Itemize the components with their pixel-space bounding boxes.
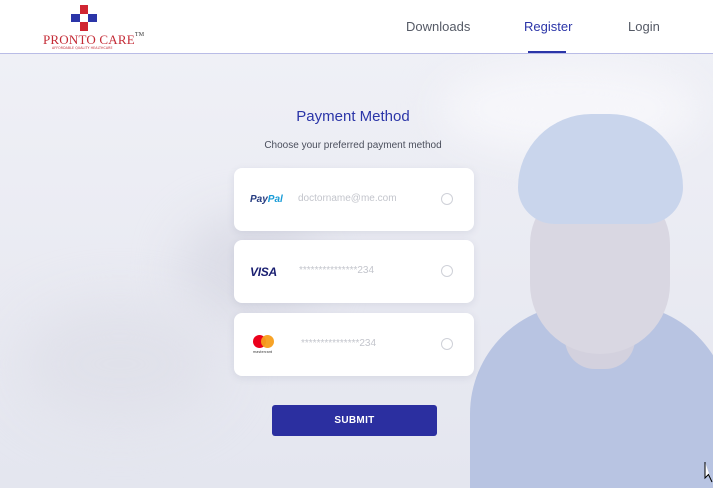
visa-card-number: ***************234 bbox=[299, 265, 375, 276]
mastercard-brand-label: mastercard bbox=[253, 350, 273, 354]
paypal-logo-icon: PayPal bbox=[250, 194, 283, 205]
visa-radio[interactable] bbox=[441, 265, 453, 277]
payment-option-visa[interactable]: VISA ***************234 bbox=[234, 240, 474, 303]
pronto-care-logo[interactable]: PRONTO CARETM AFFORDABLE QUALITY HEALTHC… bbox=[42, 5, 144, 50]
page-title: Payment Method bbox=[296, 108, 410, 125]
nav-login-link[interactable]: Login bbox=[628, 19, 660, 34]
payment-option-mastercard[interactable]: mastercard ***************234 bbox=[234, 313, 474, 376]
submit-button[interactable]: SUBMIT bbox=[272, 405, 437, 436]
medical-cross-icon bbox=[71, 5, 97, 31]
brand-tagline: AFFORDABLE QUALITY HEALTHCARE bbox=[52, 46, 113, 50]
page-subtitle: Choose your preferred payment method bbox=[264, 140, 442, 151]
mastercard-card-number: ***************234 bbox=[301, 338, 377, 349]
payment-option-paypal[interactable]: PayPal doctorname@me.com bbox=[234, 168, 474, 231]
active-tab-indicator bbox=[528, 51, 566, 53]
nav-register-link[interactable]: Register bbox=[524, 19, 572, 34]
top-navbar: PRONTO CARETM AFFORDABLE QUALITY HEALTHC… bbox=[0, 0, 713, 54]
mastercard-logo-icon: mastercard bbox=[253, 335, 281, 357]
mastercard-radio[interactable] bbox=[441, 338, 453, 350]
mouse-cursor-icon bbox=[704, 462, 713, 483]
paypal-radio[interactable] bbox=[441, 193, 453, 205]
visa-logo-icon: VISA bbox=[250, 265, 277, 279]
brand-trademark: TM bbox=[134, 32, 145, 38]
paypal-email: doctorname@me.com bbox=[298, 193, 397, 204]
brand-name: PRONTO CARE bbox=[43, 32, 135, 47]
nav-downloads-link[interactable]: Downloads bbox=[406, 19, 470, 34]
